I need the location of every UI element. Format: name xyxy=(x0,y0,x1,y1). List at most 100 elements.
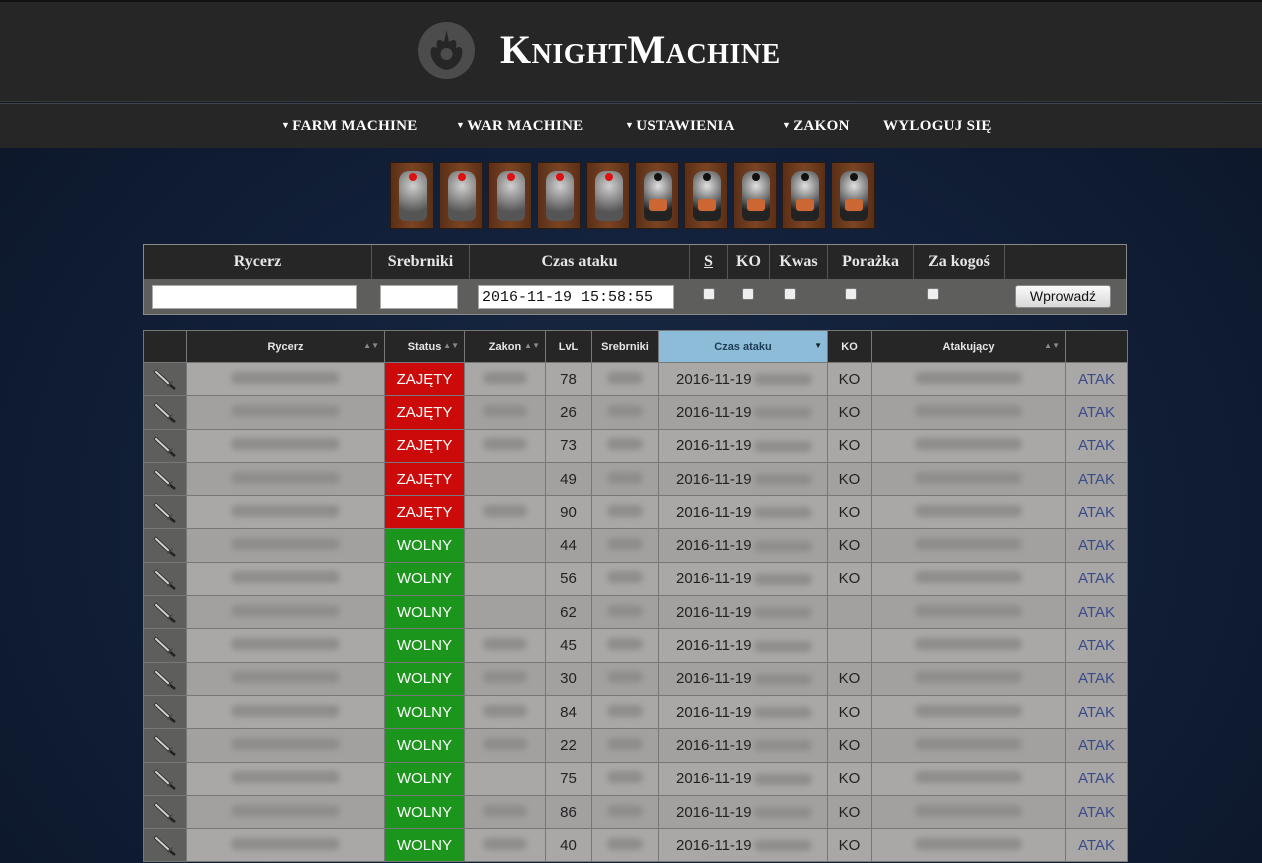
nav-farm-machine[interactable]: ▼ FARM MACHINE xyxy=(281,118,418,135)
sword-icon[interactable] xyxy=(143,595,187,630)
sword-icon[interactable] xyxy=(143,428,187,463)
sword-icon[interactable] xyxy=(143,828,187,863)
rycerz-cell[interactable] xyxy=(186,661,385,696)
table-row[interactable]: ZAJĘTY 26 2016-11-19 KO ATAK xyxy=(143,395,1128,430)
table-row[interactable]: ZAJĘTY 49 2016-11-19 KO ATAK xyxy=(143,461,1128,497)
sword-icon[interactable] xyxy=(143,528,187,563)
rebel-alliance-icon[interactable] xyxy=(418,22,475,79)
atak-link[interactable]: ATAK xyxy=(1065,361,1128,397)
srebrniki-input[interactable] xyxy=(380,285,458,309)
nav-war-machine[interactable]: ▼ WAR MACHINE xyxy=(456,118,583,135)
rycerz-cell[interactable] xyxy=(186,628,385,663)
col-header-label: Czas ataku xyxy=(714,340,772,353)
rycerz-cell[interactable] xyxy=(186,395,385,430)
rycerz-cell[interactable] xyxy=(186,361,385,397)
col-header-srebrniki[interactable]: Srebrniki xyxy=(591,330,659,363)
attacks-table: Rycerz ▲▼ Status ▲▼ Zakon ▲▼ LvL Srebrniki … xyxy=(143,330,1128,863)
atak-link[interactable]: ATAK xyxy=(1065,595,1128,630)
sword-icon[interactable] xyxy=(143,661,187,696)
knight-avatar[interactable] xyxy=(733,162,777,229)
brand-title[interactable]: KnightMachine xyxy=(500,26,781,73)
rycerz-cell[interactable] xyxy=(186,828,385,863)
table-row[interactable]: WOLNY 86 2016-11-19 KO ATAK xyxy=(143,794,1128,830)
sword-icon[interactable] xyxy=(143,761,187,796)
s-checkbox[interactable] xyxy=(703,288,715,300)
sword-icon[interactable] xyxy=(143,794,187,830)
rycerz-cell[interactable] xyxy=(186,761,385,796)
czas-ataku-input[interactable] xyxy=(478,285,674,309)
atak-link[interactable]: ATAK xyxy=(1065,828,1128,863)
atak-link[interactable]: ATAK xyxy=(1065,761,1128,796)
atak-link[interactable]: ATAK xyxy=(1065,694,1128,730)
col-header-status[interactable]: Status ▲▼ xyxy=(384,330,465,363)
sword-icon[interactable] xyxy=(143,561,187,597)
rycerz-cell[interactable] xyxy=(186,528,385,563)
sword-icon[interactable] xyxy=(143,395,187,430)
col-header-czas-ataku[interactable]: Czas ataku ▼ xyxy=(658,330,828,363)
form-header-srebrniki: Srebrniki xyxy=(372,245,470,279)
rycerz-input[interactable] xyxy=(152,285,357,309)
table-row[interactable]: WOLNY 22 2016-11-19 KO ATAK xyxy=(143,728,1128,763)
sword-icon[interactable] xyxy=(143,628,187,663)
atak-link[interactable]: ATAK xyxy=(1065,661,1128,696)
ko-cell: KO xyxy=(827,728,872,763)
knight-avatar[interactable] xyxy=(537,162,581,229)
table-row[interactable]: WOLNY 56 2016-11-19 KO ATAK xyxy=(143,561,1128,597)
table-row[interactable]: WOLNY 84 2016-11-19 KO ATAK xyxy=(143,694,1128,730)
knight-avatar[interactable] xyxy=(586,162,630,229)
knight-avatar[interactable] xyxy=(782,162,826,229)
atak-link[interactable]: ATAK xyxy=(1065,428,1128,463)
nav-ustawienia[interactable]: ▼ USTAWIENIA xyxy=(625,118,735,135)
knight-avatar[interactable] xyxy=(390,162,434,229)
rycerz-cell[interactable] xyxy=(186,561,385,597)
col-header-zakon[interactable]: Zakon ▲▼ xyxy=(464,330,546,363)
sword-icon[interactable] xyxy=(143,361,187,397)
atak-link[interactable]: ATAK xyxy=(1065,628,1128,663)
knight-avatar[interactable] xyxy=(684,162,728,229)
ko-checkbox[interactable] xyxy=(742,288,754,300)
rycerz-cell[interactable] xyxy=(186,495,385,530)
rycerz-cell[interactable] xyxy=(186,694,385,730)
col-header-ko[interactable]: KO xyxy=(827,330,872,363)
za-kogos-checkbox[interactable] xyxy=(927,288,939,300)
wprowadz-button[interactable]: Wprowadź xyxy=(1015,285,1111,308)
table-row[interactable]: WOLNY 44 2016-11-19 KO ATAK xyxy=(143,528,1128,563)
nav-wyloguj[interactable]: WYLOGUJ SIĘ xyxy=(883,118,992,135)
table-row[interactable]: ZAJĘTY 90 2016-11-19 KO ATAK xyxy=(143,495,1128,530)
atak-link[interactable]: ATAK xyxy=(1065,794,1128,830)
porazka-checkbox[interactable] xyxy=(845,288,857,300)
knight-avatar[interactable] xyxy=(635,162,679,229)
table-row[interactable]: ZAJĘTY 73 2016-11-19 KO ATAK xyxy=(143,428,1128,463)
knight-avatar[interactable] xyxy=(488,162,532,229)
atak-link[interactable]: ATAK xyxy=(1065,728,1128,763)
sword-icon[interactable] xyxy=(143,694,187,730)
atak-link[interactable]: ATAK xyxy=(1065,561,1128,597)
atak-link[interactable]: ATAK xyxy=(1065,495,1128,530)
knight-avatar[interactable] xyxy=(831,162,875,229)
col-header-atakujacy[interactable]: Atakujący ▲▼ xyxy=(871,330,1066,363)
sword-icon[interactable] xyxy=(143,495,187,530)
rycerz-cell[interactable] xyxy=(186,461,385,497)
atak-link[interactable]: ATAK xyxy=(1065,395,1128,430)
atak-link[interactable]: ATAK xyxy=(1065,461,1128,497)
rycerz-cell[interactable] xyxy=(186,728,385,763)
rycerz-cell[interactable] xyxy=(186,595,385,630)
table-row[interactable]: WOLNY 30 2016-11-19 KO ATAK xyxy=(143,661,1128,696)
rycerz-cell[interactable] xyxy=(186,428,385,463)
table-row[interactable]: WOLNY 75 2016-11-19 KO ATAK xyxy=(143,761,1128,796)
sword-icon[interactable] xyxy=(143,461,187,497)
srebrniki-cell xyxy=(591,361,659,397)
nav-zakon[interactable]: ▼ ZAKON xyxy=(782,118,850,135)
rycerz-cell[interactable] xyxy=(186,794,385,830)
kwas-checkbox[interactable] xyxy=(784,288,796,300)
table-row[interactable]: WOLNY 45 2016-11-19 ATAK xyxy=(143,628,1128,663)
table-row[interactable]: ZAJĘTY 78 2016-11-19 KO ATAK xyxy=(143,361,1128,397)
table-row[interactable]: WOLNY 62 2016-11-19 ATAK xyxy=(143,595,1128,630)
knight-avatar[interactable] xyxy=(439,162,483,229)
col-header-lvl[interactable]: LvL xyxy=(545,330,592,363)
table-row[interactable]: WOLNY 40 2016-11-19 KO ATAK xyxy=(143,828,1128,863)
col-header-rycerz[interactable]: Rycerz ▲▼ xyxy=(186,330,385,363)
sword-icon[interactable] xyxy=(143,728,187,763)
col-header-label: Rycerz xyxy=(267,340,304,353)
atak-link[interactable]: ATAK xyxy=(1065,528,1128,563)
